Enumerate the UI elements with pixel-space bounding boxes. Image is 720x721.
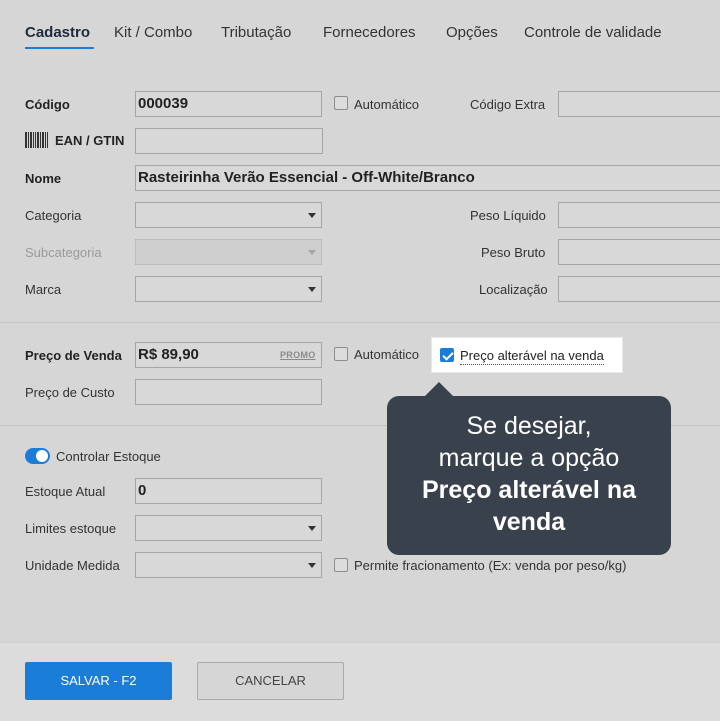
promo-link[interactable]: PROMO <box>280 350 316 360</box>
localizacao-input[interactable] <box>558 276 720 302</box>
chevron-down-icon <box>308 250 316 255</box>
unidade-medida-label: Unidade Medida <box>25 558 120 573</box>
section-divider <box>0 322 720 323</box>
tab-cadastro[interactable]: Cadastro <box>25 24 90 41</box>
controlar-estoque-toggle[interactable] <box>25 448 50 464</box>
categoria-label: Categoria <box>25 208 82 223</box>
codigo-automatico-label: Automático <box>354 97 420 112</box>
preco-automatico-checkbox[interactable] <box>334 347 348 361</box>
chevron-down-icon <box>308 563 316 568</box>
tooltip-line-2: marque a opção <box>438 444 620 472</box>
save-button[interactable]: SALVAR - F2 <box>25 662 172 700</box>
chevron-down-icon <box>308 287 316 292</box>
estoque-atual-label: Estoque Atual <box>25 484 106 499</box>
preco-custo-input[interactable] <box>135 379 322 405</box>
tab-tributacao[interactable]: Tributação <box>221 24 291 41</box>
peso-liquido-input[interactable] <box>558 202 720 228</box>
marca-label: Marca <box>25 282 62 297</box>
tab-controle-validade[interactable]: Controle de validade <box>524 24 662 41</box>
unidade-medida-select[interactable] <box>135 552 322 578</box>
peso-liquido-label: Peso Líquido <box>470 208 546 223</box>
ean-label: EAN / GTIN <box>55 133 125 148</box>
chevron-down-icon <box>308 526 316 531</box>
permite-fracionamento-checkbox[interactable] <box>334 558 348 572</box>
peso-bruto-input[interactable] <box>558 239 720 265</box>
localizacao-label: Localização <box>479 282 548 297</box>
nome-input[interactable]: Rasteirinha Verão Essencial - Off-White/… <box>135 165 720 191</box>
chevron-down-icon <box>308 213 316 218</box>
preco-alteravel-label: Preço alterável na venda <box>460 348 604 365</box>
barcode-icon <box>25 132 48 148</box>
tab-fornecedores[interactable]: Fornecedores <box>323 24 416 41</box>
preco-alteravel-checkbox[interactable] <box>440 348 454 362</box>
preco-custo-label: Preço de Custo <box>25 385 115 400</box>
tooltip-arrow <box>424 382 454 397</box>
limites-estoque-select[interactable] <box>135 515 322 541</box>
codigo-extra-label: Código Extra <box>470 97 546 112</box>
preco-venda-label: Preço de Venda <box>25 348 122 363</box>
cancel-button[interactable]: CANCELAR <box>197 662 344 700</box>
tab-kit-combo[interactable]: Kit / Combo <box>114 24 192 41</box>
preco-automatico-label: Automático <box>354 347 420 362</box>
tab-opcoes[interactable]: Opções <box>446 24 498 41</box>
marca-select[interactable] <box>135 276 322 302</box>
codigo-extra-input[interactable] <box>558 91 720 117</box>
ean-input[interactable] <box>135 128 323 154</box>
tooltip-line-4: venda <box>492 508 566 536</box>
codigo-input[interactable]: 000039 <box>135 91 322 117</box>
estoque-atual-input[interactable]: 0 <box>135 478 322 504</box>
codigo-automatico-checkbox[interactable] <box>334 96 348 110</box>
active-tab-indicator <box>25 47 94 49</box>
categoria-select[interactable] <box>135 202 322 228</box>
nome-label: Nome <box>25 171 62 186</box>
codigo-label: Código <box>25 97 70 112</box>
limites-estoque-label: Limites estoque <box>25 521 117 536</box>
subcategoria-label: Subcategoria <box>25 245 102 260</box>
subcategoria-select <box>135 239 322 265</box>
controlar-estoque-label: Controlar Estoque <box>56 449 161 464</box>
peso-bruto-label: Peso Bruto <box>481 245 546 260</box>
tooltip-line-3: Preço alterável na <box>421 476 636 504</box>
permite-fracionamento-label: Permite fracionamento (Ex: venda por pes… <box>354 558 627 573</box>
tutorial-tooltip: Se desejar, marque a opção Preço alteráv… <box>387 396 671 555</box>
tooltip-line-1: Se desejar, <box>466 412 592 440</box>
toggle-knob <box>36 450 48 462</box>
